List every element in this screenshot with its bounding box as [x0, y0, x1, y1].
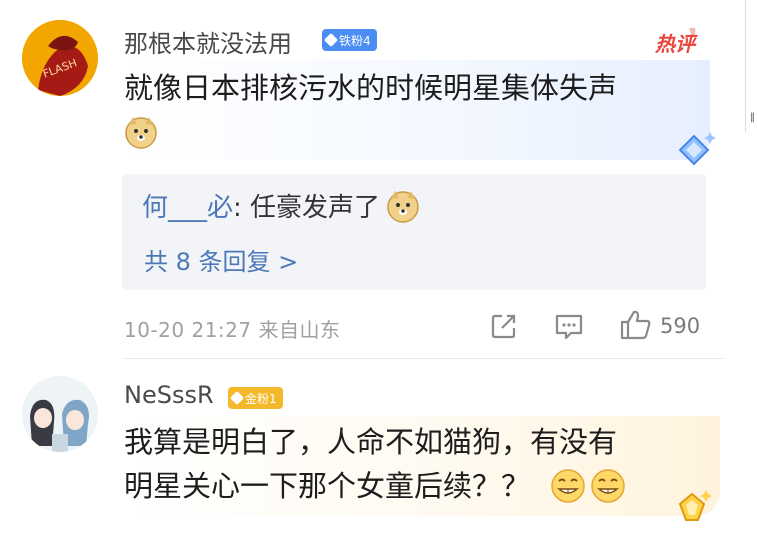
avatar-user-1[interactable]: FLASH	[22, 20, 98, 96]
flash-avatar-icon: FLASH	[22, 20, 98, 96]
emoji-row	[124, 110, 694, 154]
comment-meta: 10-20 21:27 来自山东	[124, 318, 341, 342]
reply-text: : 任豪发声了	[233, 193, 381, 223]
like-icon[interactable]	[618, 307, 654, 343]
fan-badge-1[interactable]: 铁粉4	[322, 29, 377, 51]
comment-text-2: 我算是明白了，人命不如猫狗，有没有 明星关心一下那个女童后续？？	[124, 420, 704, 508]
edge-divider	[745, 0, 746, 132]
gold-gem-icon	[678, 490, 712, 521]
username-2[interactable]: NeSssR	[124, 381, 214, 409]
diamond-icon	[323, 32, 339, 48]
anime-avatar-icon	[22, 376, 98, 452]
share-icon[interactable]	[488, 310, 520, 342]
awkward-smile-emoji-icon	[551, 469, 585, 503]
thumbs-up-icon	[620, 310, 651, 340]
comment-text-1: 就像日本排核污水的时候明星集体失声	[124, 66, 694, 154]
doge-emoji-icon	[387, 190, 419, 223]
reply-preview[interactable]: 何___必 : 任豪发声了	[142, 187, 420, 224]
edge-mark: ‖	[750, 112, 755, 123]
comment-icon[interactable]	[552, 310, 586, 342]
bubble-gem-decoration	[670, 488, 714, 528]
crystal-icon	[678, 132, 716, 166]
hot-comment-tag: 热评	[655, 26, 705, 58]
comment-line: 明星关心一下那个女童后续？？	[124, 469, 531, 503]
reply-author[interactable]: 何___必	[142, 187, 233, 224]
fan-badge-label: 铁粉4	[339, 33, 371, 48]
comment-line-with-emoji: 明星关心一下那个女童后续？？	[124, 464, 704, 508]
hot-comment-label: 热评	[655, 32, 695, 56]
comment-line: 我算是明白了，人命不如猫狗，有没有	[124, 425, 618, 459]
comment-divider	[122, 358, 724, 359]
username-1[interactable]: 那根本就没法用	[124, 24, 292, 59]
fan-badge-label: 金粉1	[245, 391, 277, 406]
diamond-icon	[229, 390, 245, 406]
share-icon-glyph	[491, 314, 516, 339]
view-all-replies-link[interactable]: 共 8 条回复 >	[144, 242, 298, 277]
doge-emoji-icon	[125, 117, 157, 149]
bubble-crystal-decoration	[672, 128, 718, 172]
comment-icon-glyph	[555, 314, 583, 340]
awkward-smile-emoji-icon	[591, 469, 625, 503]
comment-line: 就像日本排核污水的时候明星集体失声	[124, 71, 618, 105]
like-count: 590	[660, 314, 701, 338]
fan-badge-2[interactable]: 金粉1	[228, 387, 283, 409]
avatar-user-2[interactable]	[22, 376, 98, 452]
